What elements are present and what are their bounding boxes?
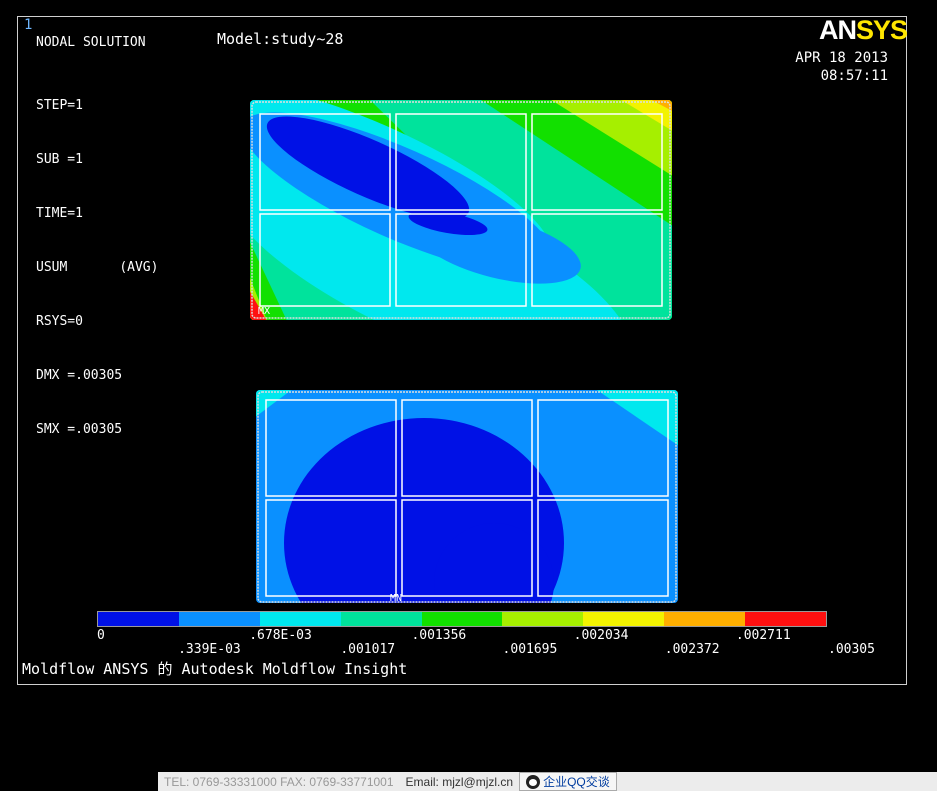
model-name: Model:study~28	[217, 30, 344, 48]
usum-row: USUM (AVG)	[36, 259, 158, 277]
dmx-value: DMX =.00305	[36, 368, 123, 383]
timestamp: APR 18 2013 08:57:11	[795, 49, 888, 85]
min-marker: MN	[390, 593, 402, 604]
email-text[interactable]: Email: mjzl@mjzl.cn	[400, 775, 520, 789]
legend-tick-upper-0: 0	[97, 628, 105, 643]
date-value: APR 18 2013	[795, 50, 888, 66]
legend-tick-upper-4: .002711	[735, 628, 791, 643]
qq-chat-button[interactable]: 企业QQ交谈	[519, 772, 617, 791]
time-value: TIME=1	[36, 206, 83, 221]
legend-tick-lower-1: .001017	[340, 642, 396, 657]
solution-title: NODAL SOLUTION	[36, 35, 146, 50]
usum-label: USUM	[36, 260, 68, 275]
legend-swatch-7	[664, 612, 746, 626]
max-marker: MX	[258, 306, 270, 317]
legend-swatch-3	[340, 612, 422, 626]
rsys-value: RSYS=0	[36, 314, 83, 329]
legend-tick-upper-2: .001356	[411, 628, 467, 643]
legend-swatch-8	[745, 612, 827, 626]
window-number: 1	[24, 17, 33, 33]
legend-tick-upper-3: .002034	[573, 628, 629, 643]
qq-chat-label: 企业QQ交谈	[543, 775, 610, 789]
legend-tick-lower-0: .339E-03	[178, 642, 241, 657]
browser-status-bar: TEL: 0769-33331000 FAX: 0769-33771001 Em…	[158, 772, 937, 791]
legend-tick-lower-3: .002372	[664, 642, 720, 657]
ansys-logo: ANSYS	[818, 15, 908, 45]
sub-value: SUB =1	[36, 152, 83, 167]
solution-info: STEP=1 SUB =1 TIME=1 USUM (AVG) RSYS=0 DM…	[36, 61, 158, 457]
plot-footer-text: Moldflow ANSYS 的 Autodesk Moldflow Insig…	[22, 660, 408, 678]
lower-contour-plot: MN	[256, 390, 678, 604]
avg-label: (AVG)	[119, 260, 159, 275]
legend-swatch-4	[421, 612, 503, 626]
legend-swatch-1	[178, 612, 260, 626]
legend-tick-lower-4: .00305	[828, 642, 875, 657]
legend-swatch-5	[502, 612, 584, 626]
step-value: STEP=1	[36, 98, 83, 113]
upper-contour-plot: MX	[250, 100, 672, 320]
legend-swatch-2	[259, 612, 341, 626]
qq-penguin-icon	[526, 774, 541, 789]
contact-info: TEL: 0769-33331000 FAX: 0769-33771001	[164, 774, 394, 789]
contour-legend-bar	[97, 611, 827, 627]
legend-tick-upper-1: .678E-03	[249, 628, 312, 643]
legend-tick-lower-2: .001695	[502, 642, 558, 657]
legend-swatch-0	[98, 612, 179, 626]
smx-value: SMX =.00305	[36, 422, 123, 437]
time-value: 08:57:11	[820, 68, 888, 84]
legend-swatch-6	[583, 612, 665, 626]
